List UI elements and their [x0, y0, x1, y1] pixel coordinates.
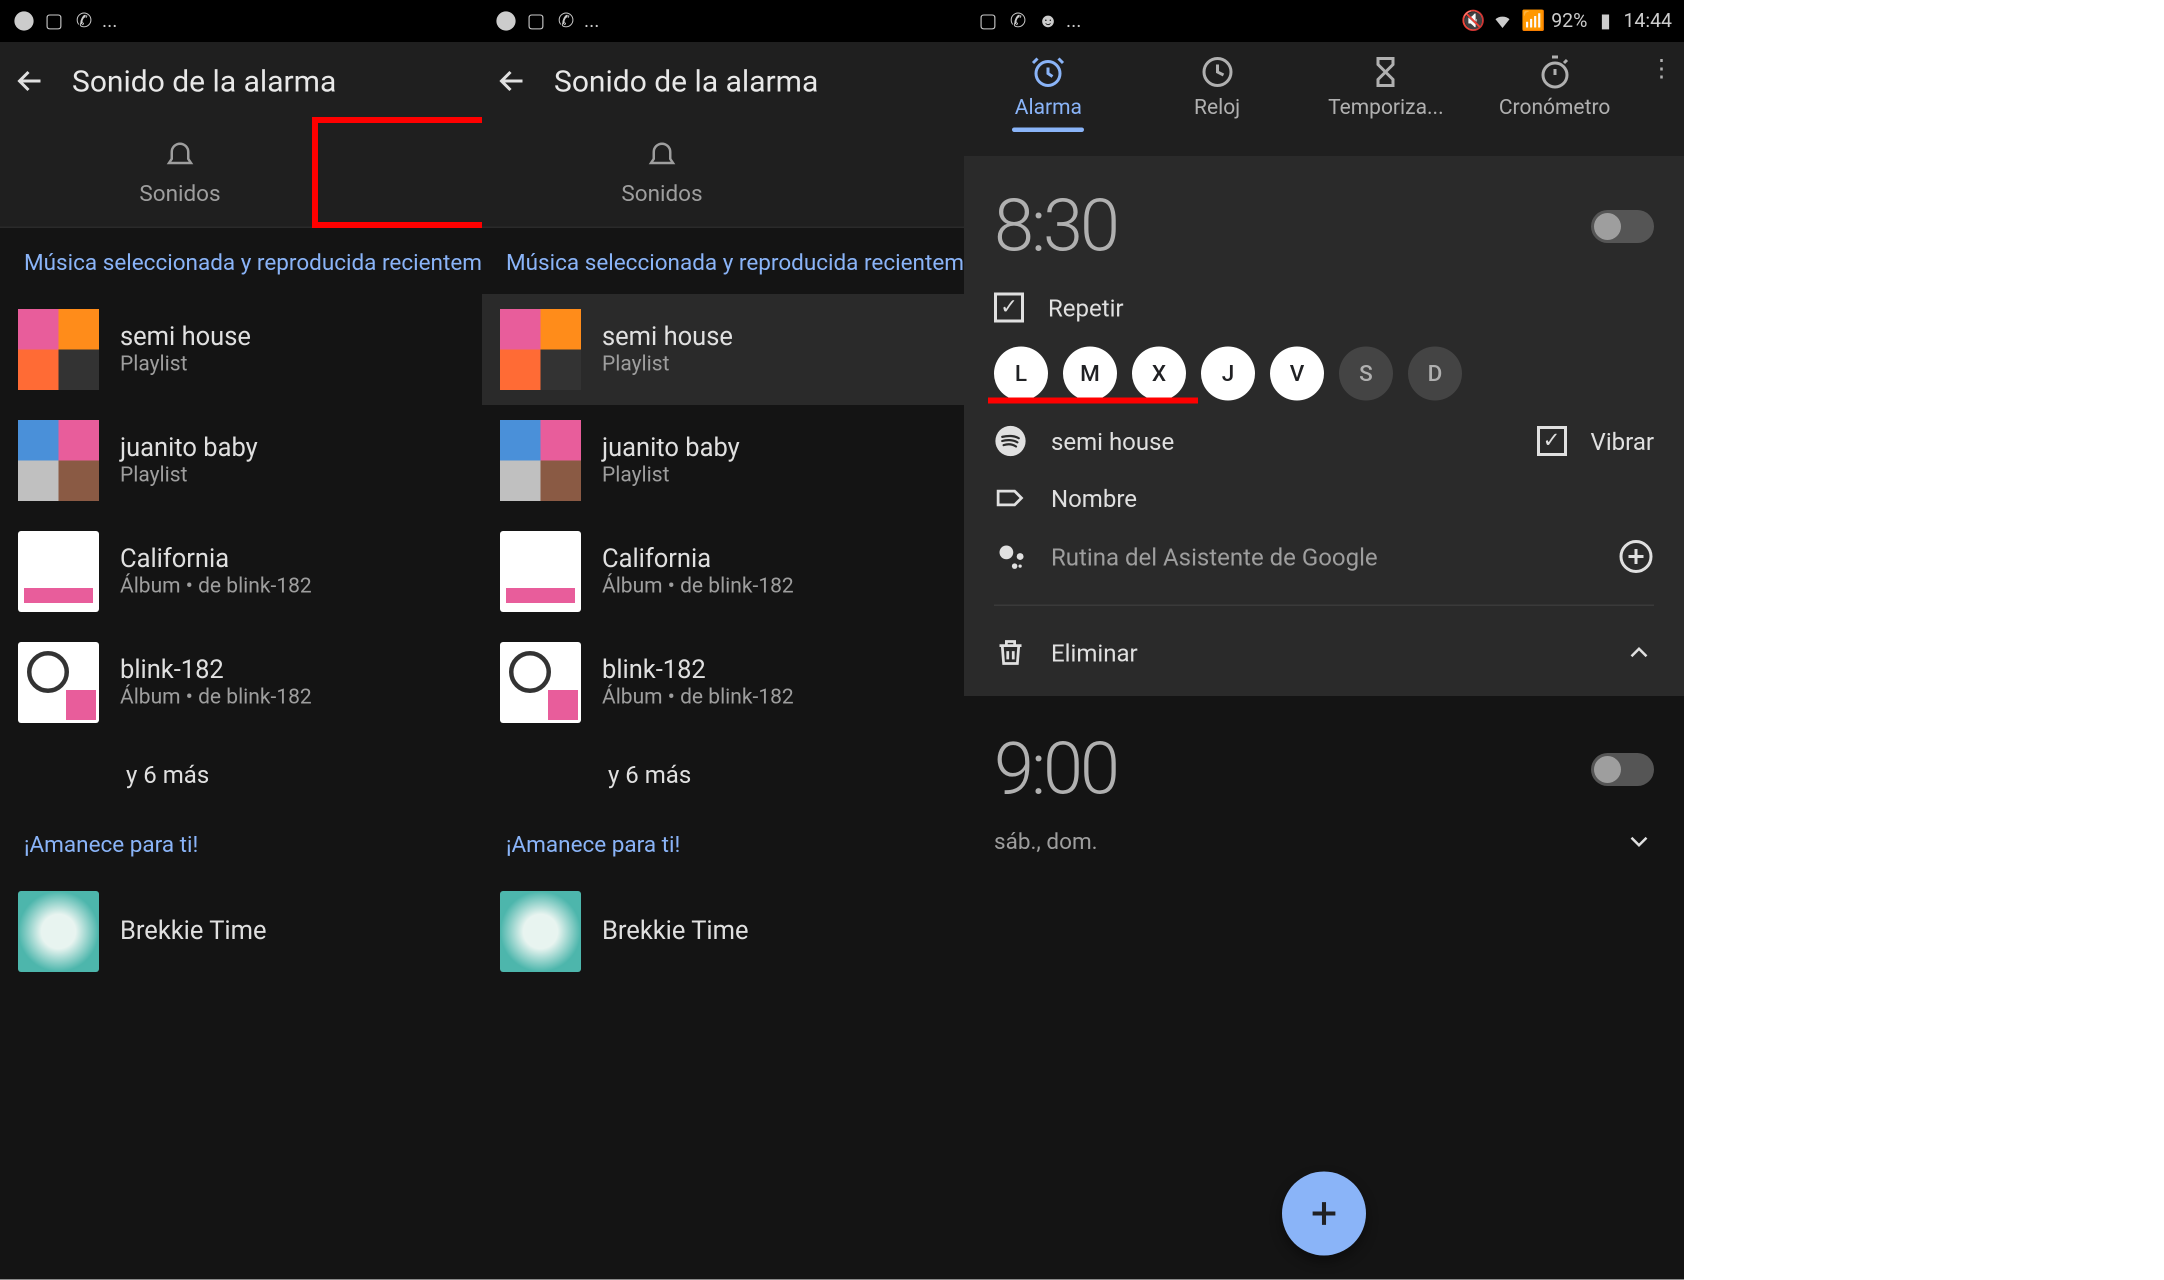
- more-label: y 6 más: [608, 760, 691, 789]
- alarm-card-expanded: 8:30 Repetir L M X J V S D semi house: [964, 156, 1684, 696]
- tab-sounds-label: Sonidos: [621, 179, 702, 206]
- tab-alarm-label: Alarma: [1015, 96, 1082, 120]
- vibrate-group[interactable]: Vibrar: [1537, 426, 1654, 456]
- alarm-toggle[interactable]: [1591, 209, 1654, 242]
- overflow-menu-icon[interactable]: ⋮: [1639, 54, 1684, 83]
- mute-icon: 🔇: [1461, 9, 1485, 33]
- sound-row[interactable]: semi house Vibrar: [994, 425, 1654, 458]
- more-notif: ...: [1066, 10, 1081, 33]
- wifi-icon: [1491, 9, 1515, 33]
- name-label: Nombre: [1051, 484, 1137, 513]
- album-art: [500, 309, 581, 390]
- alarm-card-collapsed[interactable]: 9:00 sáb., dom.: [964, 696, 1684, 887]
- album-art: [18, 309, 99, 390]
- tab-sounds[interactable]: Sonidos: [482, 120, 842, 227]
- tab-timer[interactable]: Temporiza...: [1302, 54, 1471, 120]
- album-art: [500, 642, 581, 723]
- sound-label: semi house: [1051, 427, 1174, 456]
- day-chips: L M X J V S D: [994, 347, 1654, 401]
- whatsapp-icon: ✆: [1006, 9, 1030, 33]
- bell-icon: [646, 140, 679, 173]
- alarm-time[interactable]: 9:00: [994, 726, 1117, 812]
- battery-icon: ▮: [1593, 9, 1617, 33]
- tab-alarm[interactable]: Alarma: [964, 54, 1133, 120]
- album-art: [500, 420, 581, 501]
- spotify-icon: [12, 9, 36, 33]
- routine-label: Rutina del Asistente de Google: [1051, 542, 1378, 571]
- phone-screenshot-3: ▢ ✆ ☻ ... 🔇 📶 92% ▮ 14:44 Alarma Reloj T…: [964, 0, 1684, 1280]
- alarm-icon: [1030, 54, 1066, 90]
- album-art: [18, 531, 99, 612]
- tab-sounds[interactable]: Sonidos: [0, 120, 360, 227]
- whatsapp-icon: ✆: [72, 9, 96, 33]
- day-V[interactable]: V: [1270, 347, 1324, 401]
- routine-row[interactable]: Rutina del Asistente de Google: [994, 539, 1654, 575]
- tab-clock[interactable]: Reloj: [1133, 54, 1302, 120]
- trash-icon: [994, 636, 1027, 669]
- name-row[interactable]: Nombre: [994, 482, 1654, 515]
- day-D[interactable]: D: [1408, 347, 1462, 401]
- more-label: y 6 más: [126, 760, 209, 789]
- tab-stopwatch-label: Cronómetro: [1499, 96, 1610, 120]
- tab-stopwatch[interactable]: Cronómetro: [1470, 54, 1639, 120]
- gallery-icon: ▢: [524, 9, 548, 33]
- signal-icon: 📶: [1521, 9, 1545, 33]
- add-alarm-button[interactable]: [1282, 1172, 1366, 1256]
- expand-icon[interactable]: [1624, 827, 1654, 857]
- gallery-icon: ▢: [976, 9, 1000, 33]
- clock-text: 14:44: [1623, 10, 1672, 33]
- album-art: [18, 642, 99, 723]
- bell-icon: [164, 140, 197, 173]
- spotify-icon: [494, 9, 518, 33]
- delete-row[interactable]: Eliminar: [994, 636, 1138, 669]
- day-X[interactable]: X: [1132, 347, 1186, 401]
- divider: [994, 605, 1654, 607]
- album-art: [500, 891, 581, 972]
- whatsapp-icon: ✆: [554, 9, 578, 33]
- clock-tabs: Alarma Reloj Temporiza... Cronómetro ⋮: [964, 42, 1684, 156]
- alarm-time[interactable]: 8:30: [994, 183, 1117, 269]
- vibrate-label: Vibrar: [1591, 427, 1654, 456]
- tab-timer-label: Temporiza...: [1328, 96, 1444, 120]
- label-icon: [994, 482, 1027, 515]
- day-L[interactable]: L: [994, 347, 1048, 401]
- more-notif: ...: [584, 10, 599, 33]
- tab-sounds-label: Sonidos: [139, 179, 220, 206]
- stopwatch-icon: [1537, 54, 1573, 90]
- gallery-icon: ▢: [42, 9, 66, 33]
- alarm-toggle[interactable]: [1591, 752, 1654, 785]
- clock-content: 8:30 Repetir L M X J V S D semi house: [964, 156, 1684, 1280]
- status-bar: ▢ ✆ ☻ ... 🔇 📶 92% ▮ 14:44: [964, 0, 1684, 42]
- repeat-checkbox[interactable]: [994, 293, 1024, 323]
- back-icon[interactable]: [12, 63, 48, 99]
- album-art: [18, 891, 99, 972]
- vibrate-checkbox[interactable]: [1537, 426, 1567, 456]
- tab-clock-label: Reloj: [1194, 96, 1240, 120]
- battery-text: 92%: [1551, 10, 1587, 33]
- collapse-icon[interactable]: [1624, 638, 1654, 668]
- day-M[interactable]: M: [1063, 347, 1117, 401]
- album-art: [500, 531, 581, 612]
- hourglass-icon: [1368, 54, 1404, 90]
- smile-icon: ☻: [1036, 9, 1060, 33]
- assistant-icon: [994, 540, 1027, 573]
- spotify-sound-icon: [994, 425, 1027, 458]
- repeat-row[interactable]: Repetir: [994, 293, 1654, 323]
- add-routine-icon[interactable]: [1618, 539, 1654, 575]
- more-notif: ...: [102, 10, 117, 33]
- day-S[interactable]: S: [1339, 347, 1393, 401]
- repeat-label: Repetir: [1048, 293, 1124, 322]
- clock-icon: [1199, 54, 1235, 90]
- alarm-days-text: sáb., dom.: [994, 828, 1098, 855]
- back-icon[interactable]: [494, 63, 530, 99]
- delete-label: Eliminar: [1051, 638, 1138, 667]
- day-J[interactable]: J: [1201, 347, 1255, 401]
- album-art: [18, 420, 99, 501]
